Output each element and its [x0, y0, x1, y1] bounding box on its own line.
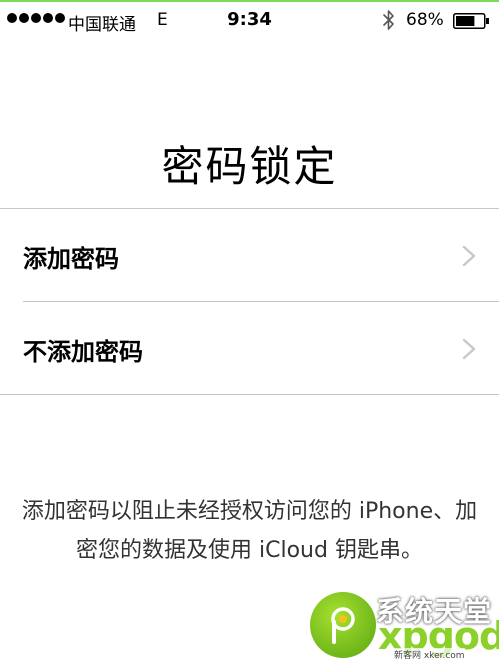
- divider-bottom: [0, 394, 499, 395]
- add-passcode-label: 添加密码: [23, 245, 119, 273]
- chevron-right-icon: [462, 338, 476, 360]
- passcode-description: 添加密码以阻止未经授权访问您的 iPhone、加密您的数据及使用 iCloud …: [21, 499, 478, 563]
- bluetooth-icon: [383, 9, 395, 36]
- watermark-p-icon: [310, 592, 376, 658]
- status-bar: 中国联通 E 9:34 68%: [0, 0, 499, 38]
- battery-icon: [453, 13, 490, 29]
- chevron-right-icon: [462, 245, 476, 267]
- dont-add-passcode-option[interactable]: 不添加密码: [0, 302, 499, 395]
- dont-add-passcode-label: 不添加密码: [23, 338, 143, 366]
- watermark-logo: 系统天堂 xpgod 新客网 xker.com: [310, 590, 499, 661]
- watermark-sub: 新客网 xker.com: [394, 648, 465, 661]
- battery-percent: 68%: [406, 10, 444, 30]
- page-title: 密码锁定: [161, 142, 338, 191]
- add-passcode-option[interactable]: 添加密码: [0, 209, 499, 302]
